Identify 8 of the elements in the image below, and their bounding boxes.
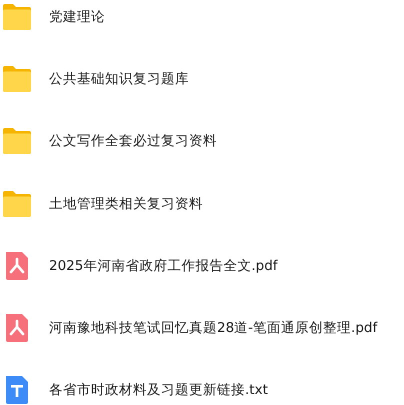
file-name[interactable]: 党建理论 [49,8,105,26]
file-name[interactable]: 土地管理类相关复习资料 [49,194,203,213]
file-name[interactable]: 各省市时政材料及习题更新链接.txt [49,381,268,400]
folder-icon [1,1,33,33]
file-name[interactable]: 公共基础知识复习题库 [49,70,189,88]
file-name[interactable]: 2025年河南省政府工作报告全文.pdf [49,256,278,275]
file-name[interactable]: 河南豫地科技笔试回忆真题28道-笔面通原创整理.pdf [49,318,378,337]
file-name[interactable]: 公文写作全套必过复习资料 [49,132,217,150]
